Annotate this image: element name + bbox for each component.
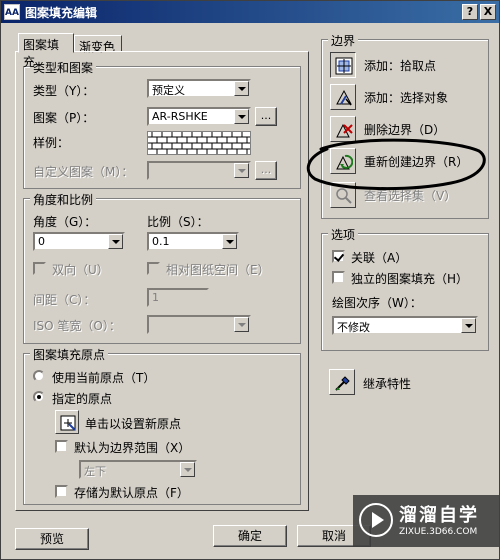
tab-hatch[interactable]: 图案填充 xyxy=(18,33,74,69)
chevron-down-icon[interactable] xyxy=(234,317,249,332)
play-logo-icon xyxy=(359,503,393,537)
default-extent-label: 默认为边界范围（X） xyxy=(74,441,191,455)
spacing-label: 间距（C）： xyxy=(33,293,96,307)
associative-checkbox[interactable] xyxy=(332,250,345,263)
options-group: 选项 关联（A） 独立的图案填充（H） 绘图次序（W）： 不修改 xyxy=(321,226,489,351)
type-select[interactable]: 预定义 xyxy=(147,79,251,98)
add-pick-points-label: 添加：拾取点 xyxy=(364,59,437,73)
extent-position-select[interactable]: 左下 xyxy=(79,460,197,479)
iso-pen-width-label: ISO 笔宽（O）： xyxy=(33,319,121,333)
brick-pattern-icon xyxy=(148,132,250,154)
close-button[interactable]: X xyxy=(480,4,496,20)
chevron-down-icon[interactable] xyxy=(180,462,195,477)
relative-paper-label: 相对图纸空间（E） xyxy=(166,263,270,277)
relative-paper-checkbox[interactable] xyxy=(147,262,160,275)
store-default-origin-checkbox[interactable] xyxy=(55,485,68,498)
draw-order-select[interactable]: 不修改 xyxy=(332,316,478,335)
spacing-input[interactable]: 1 xyxy=(147,288,209,307)
set-origin-button[interactable] xyxy=(55,410,79,434)
use-current-origin-label: 使用当前原点（T） xyxy=(52,371,156,385)
store-default-origin-label: 存储为默认原点（F） xyxy=(74,486,189,500)
hatch-origin-group: 图案填充原点 使用当前原点（T） 指定的原点 单击以设置新原点 默认为边界范围（… xyxy=(23,346,301,505)
custom-pattern-label: 自定义图案（M）： xyxy=(33,165,134,179)
swatch-label: 样例： xyxy=(33,136,70,150)
pattern-select-value: AR-RSHKE xyxy=(152,110,208,123)
watermark-overlay: 溜溜自学 ZIXUE.3D66.COM xyxy=(353,495,499,547)
crosshair-pick-icon xyxy=(60,415,76,431)
title-bar: AA 图案填充编辑 ? X xyxy=(1,1,499,23)
boundaries-group-label: 边界 xyxy=(328,32,359,49)
custom-pattern-browse-button[interactable]: ... xyxy=(255,161,277,180)
ok-button[interactable]: 确定 xyxy=(213,525,287,547)
watermark-subtitle: ZIXUE.3D66.COM xyxy=(399,527,478,537)
click-set-origin-label: 单击以设置新原点 xyxy=(85,417,182,431)
specified-origin-radio[interactable] xyxy=(33,391,45,403)
default-extent-checkbox[interactable] xyxy=(55,440,68,453)
inherit-properties-button[interactable] xyxy=(329,369,355,395)
preview-button[interactable]: 预览 xyxy=(15,528,89,550)
double-checkbox[interactable] xyxy=(33,262,46,275)
specified-origin-label: 指定的原点 xyxy=(52,392,113,406)
type-label: 类型（Y）： xyxy=(33,84,95,98)
pick-point-icon xyxy=(335,57,353,75)
separate-hatches-label: 独立的图案填充（H） xyxy=(351,272,469,286)
iso-pen-width-select[interactable] xyxy=(147,315,251,334)
watermark-title: 溜溜自学 xyxy=(399,505,479,526)
add-pick-points-button[interactable] xyxy=(330,52,356,78)
hatch-edit-dialog: AA 图案填充编辑 ? X 图案填充 渐变色 类型和图案 类型（Y）： 预定义 … xyxy=(0,0,500,560)
pattern-swatch[interactable] xyxy=(147,131,251,155)
separate-hatches-checkbox[interactable] xyxy=(332,271,345,284)
angle-select-value: 0 xyxy=(38,235,45,248)
draw-order-value: 不修改 xyxy=(337,321,370,334)
draw-order-label: 绘图次序（W）： xyxy=(332,296,422,310)
chevron-down-icon[interactable] xyxy=(234,163,249,178)
app-icon: AA xyxy=(4,4,20,20)
remove-boundaries-label: 删除边界（D） xyxy=(364,123,446,137)
angle-select[interactable]: 0 xyxy=(33,232,125,251)
window-title: 图案填充编辑 xyxy=(25,6,98,20)
inherit-brush-icon xyxy=(335,376,350,391)
angle-scale-group-label: 角度和比例 xyxy=(30,191,97,208)
scale-select-value: 0.1 xyxy=(152,235,170,248)
scale-select[interactable]: 0.1 xyxy=(147,232,239,251)
chevron-down-icon[interactable] xyxy=(222,234,237,249)
chevron-down-icon[interactable] xyxy=(234,109,249,124)
pattern-select[interactable]: AR-RSHKE xyxy=(147,107,251,126)
custom-pattern-select[interactable] xyxy=(147,161,251,180)
type-select-value: 预定义 xyxy=(152,84,185,97)
chevron-down-icon[interactable] xyxy=(108,234,123,249)
angle-label: 角度（G）： xyxy=(33,215,97,229)
pattern-browse-button[interactable]: ... xyxy=(255,107,277,126)
add-select-objects-label: 添加：选择对象 xyxy=(364,91,449,105)
angle-scale-group: 角度和比例 角度（G）： 比例（S）： 0 0.1 双向（U） 相对图纸空间（E… xyxy=(23,191,301,344)
options-group-label: 选项 xyxy=(328,226,359,243)
hatch-tab-panel: 类型和图案 类型（Y）： 预定义 图案（P）： AR-RSHKE ... 样例： xyxy=(15,51,309,511)
pattern-label: 图案（P）： xyxy=(33,111,95,125)
type-pattern-group-label: 类型和图案 xyxy=(30,59,97,76)
use-current-origin-radio[interactable] xyxy=(33,370,45,382)
help-button[interactable]: ? xyxy=(462,4,478,20)
scale-label: 比例（S）： xyxy=(147,215,209,229)
inherit-properties-label: 继承特性 xyxy=(363,377,412,391)
extent-position-value: 左下 xyxy=(84,465,106,478)
associative-label: 关联（A） xyxy=(351,251,408,265)
annotation-ellipse xyxy=(306,138,486,191)
add-select-objects-button[interactable] xyxy=(330,84,356,110)
select-objects-icon xyxy=(336,89,352,106)
chevron-down-icon[interactable] xyxy=(234,81,249,96)
tab-gradient[interactable]: 渐变色 xyxy=(74,35,122,54)
double-label: 双向（U） xyxy=(52,263,109,277)
chevron-down-icon[interactable] xyxy=(461,318,476,333)
hatch-origin-group-label: 图案填充原点 xyxy=(30,346,109,363)
type-pattern-group: 类型和图案 类型（Y）： 预定义 图案（P）： AR-RSHKE ... 样例： xyxy=(23,59,301,189)
